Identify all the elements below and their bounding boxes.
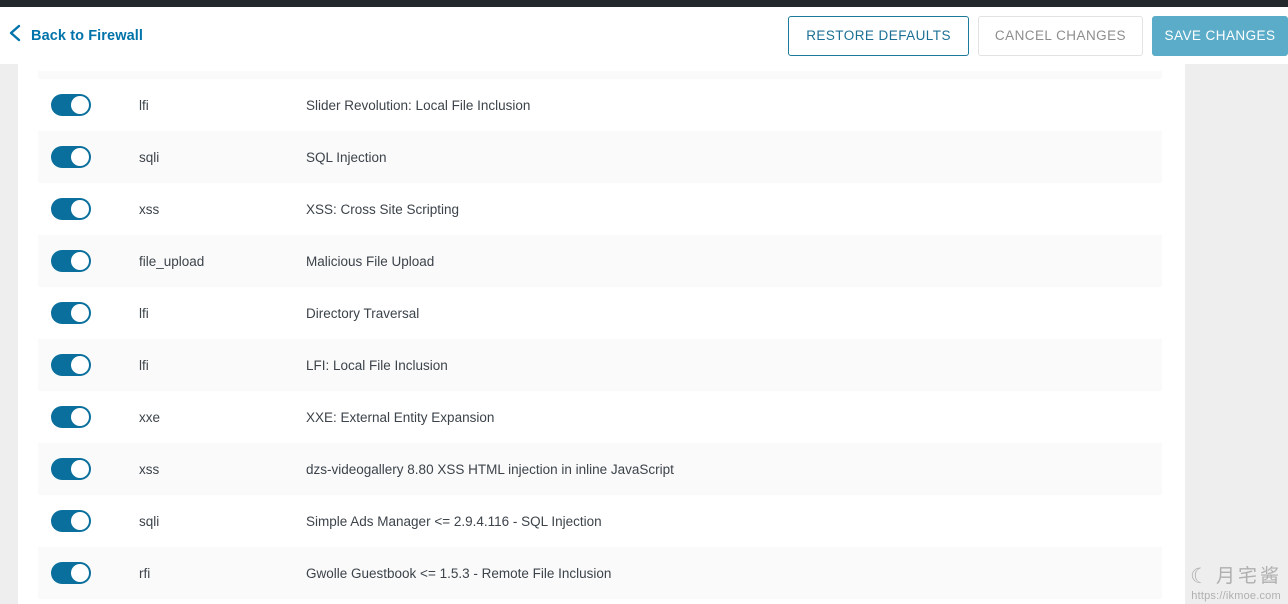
rule-enabled-toggle[interactable] [51,510,91,532]
rule-description-label: Malicious File Upload [306,253,435,269]
back-to-firewall-link[interactable]: Back to Firewall [8,7,143,64]
rule-enabled-toggle[interactable] [51,302,91,324]
rule-description-label: Simple Ads Manager <= 2.9.4.116 - SQL In… [306,513,602,529]
wordpress-admin-bar [0,0,1288,7]
rule-row: lfi Directory Traversal [38,287,1162,339]
rule-description-label: Slider Revolution: Local File Inclusion [306,97,531,113]
rule-category-label: lfi [139,357,149,373]
rule-category-label: xss [139,461,160,477]
rule-row: file_upload Malicious File Upload [38,235,1162,287]
firewall-rules-list: whitelistWhitelisted URL lfi Slider Revolu… [38,71,1162,599]
rule-category-label: file_upload [139,253,205,269]
rule-category-label: sqli [139,513,160,529]
rule-enabled-toggle[interactable] [51,250,91,272]
rule-description-label: XXE: External Entity Expansion [306,409,495,425]
cancel-changes-button[interactable]: CANCEL CHANGES [977,15,1143,56]
rule-enabled-toggle[interactable] [51,562,91,584]
rule-row: xxe XXE: External Entity Expansion [38,391,1162,443]
rule-description-label: Directory Traversal [306,305,420,321]
rule-enabled-toggle[interactable] [51,94,91,116]
rule-category-label: rfi [139,565,151,581]
action-header: Back to Firewall RESTORE DEFAULTS CANCEL… [0,7,1288,64]
rule-description-label: Gwolle Guestbook <= 1.5.3 - Remote File … [306,565,612,581]
rule-description-label: dzs-videogallery 8.80 XSS HTML injection… [306,461,674,477]
rule-enabled-toggle[interactable] [51,198,91,220]
save-changes-button[interactable]: SAVE CHANGES [1152,15,1288,56]
rules-scroll-region[interactable]: whitelistWhitelisted URL lfi Slider Revolu… [18,71,1288,604]
rule-category-label: sqli [139,149,160,165]
rule-enabled-toggle[interactable] [51,354,91,376]
rule-category-label: lfi [139,97,149,113]
rule-row: sqli SQL Injection [38,131,1162,183]
rule-description-label: SQL Injection [306,149,387,165]
rule-row: xss dzs-videogallery 8.80 XSS HTML inject… [38,443,1162,495]
rule-description-label: LFI: Local File Inclusion [306,357,448,373]
rule-description-label: XSS: Cross Site Scripting [306,201,460,217]
rule-enabled-toggle[interactable] [51,458,91,480]
restore-defaults-button[interactable]: RESTORE DEFAULTS [788,15,969,56]
header-action-buttons: RESTORE DEFAULTS CANCEL CHANGES SAVE CHA… [788,7,1288,64]
rule-row: lfi LFI: Local File Inclusion [38,339,1162,391]
rule-enabled-toggle[interactable] [51,146,91,168]
rule-enabled-toggle[interactable] [51,406,91,428]
rule-row: whitelistWhitelisted URL [38,71,1162,79]
rule-category-label: xss [139,201,160,217]
rule-row: xss XSS: Cross Site Scripting [38,183,1162,235]
rule-row: rfi Gwolle Guestbook <= 1.5.3 - Remote Fi… [38,547,1162,599]
firewall-rules-panel: whitelistWhitelisted URL lfi Slider Revolu… [18,7,1185,604]
chevron-left-icon [8,23,22,48]
back-to-firewall-label: Back to Firewall [31,27,143,44]
rule-category-label: lfi [139,305,149,321]
rule-row: sqli Simple Ads Manager <= 2.9.4.116 - SQ… [38,495,1162,547]
rule-category-label: xxe [139,409,161,425]
rule-row: lfi Slider Revolution: Local File Inclusi… [38,79,1162,131]
